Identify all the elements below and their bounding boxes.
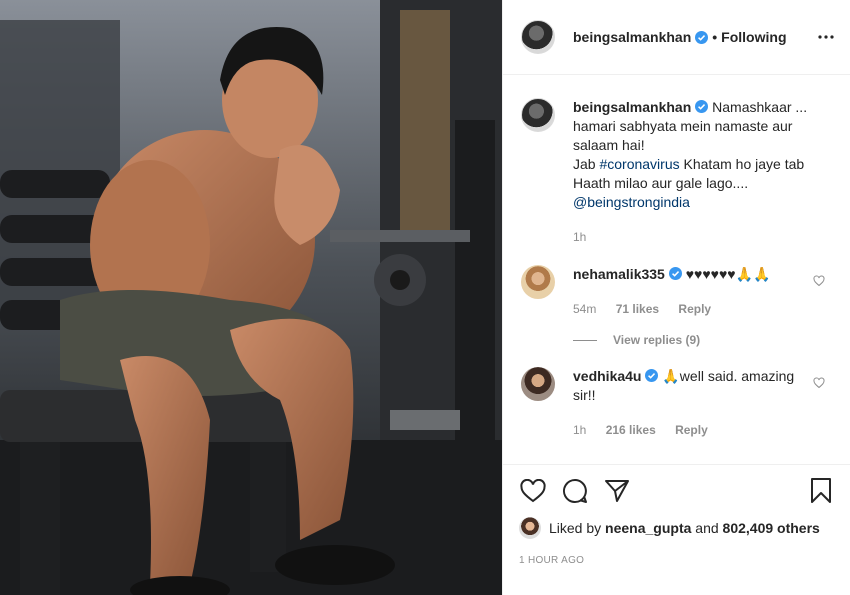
comment-meta: 54m 71 likes Reply <box>573 300 813 319</box>
comment-likes[interactable]: 216 likes <box>606 423 656 437</box>
comment-meta: 1h 216 likes Reply <box>573 421 813 440</box>
comment-username[interactable]: nehamalik335 <box>573 266 665 282</box>
caption-meta: 1h <box>573 228 813 247</box>
owner-avatar[interactable] <box>521 20 555 54</box>
comment-like-heart-icon[interactable] <box>813 275 825 287</box>
caption-username[interactable]: beingsalmankhan <box>573 99 691 115</box>
reply-button[interactable]: Reply <box>675 423 708 437</box>
comment-text: ♥♥♥♥♥♥🙏🙏 <box>685 266 771 282</box>
comment-content: nehamalik335 ♥♥♥♥♥♥🙏🙏 54m 71 likes Reply <box>573 265 813 319</box>
caption-row: beingsalmankhan Namashkaar ... hamari sa… <box>521 98 833 247</box>
caption-time[interactable]: 1h <box>573 230 586 244</box>
header-username[interactable]: beingsalmankhan <box>573 29 691 45</box>
liked-by-others[interactable]: 802,409 others <box>723 520 820 536</box>
comments-section: beingsalmankhan Namashkaar ... hamari sa… <box>503 76 850 464</box>
verified-badge-icon <box>645 369 659 382</box>
post-side-panel: beingsalmankhan • Following beingsalmank… <box>502 0 850 595</box>
share-icon[interactable] <box>603 477 631 505</box>
verified-badge-icon <box>668 267 682 280</box>
caption-avatar[interactable] <box>521 98 555 132</box>
comment-row: nehamalik335 ♥♥♥♥♥♥🙏🙏 54m 71 likes Reply <box>521 265 833 319</box>
photo-illustration <box>0 0 502 595</box>
caption-content: beingsalmankhan Namashkaar ... hamari sa… <box>573 98 813 247</box>
hashtag-link[interactable]: #coronavirus <box>599 156 679 172</box>
liked-by-user[interactable]: neena_gupta <box>605 520 691 536</box>
mention-link[interactable]: @beingstrongindia <box>573 194 690 210</box>
post-photo[interactable] <box>0 0 502 595</box>
comment-time[interactable]: 1h <box>573 423 586 437</box>
liked-by-text: Liked by neena_gupta and 802,409 others <box>549 520 820 536</box>
verified-badge-icon <box>695 30 709 44</box>
liked-by-prefix: Liked by <box>549 520 602 536</box>
view-replies-label[interactable]: View replies (9) <box>613 333 700 347</box>
caption-text-2: Jab <box>573 156 596 172</box>
comment-icon[interactable] <box>561 477 589 505</box>
liked-by-joiner: and <box>695 520 719 536</box>
post-timestamp[interactable]: 1 HOUR AGO <box>519 555 835 566</box>
comment-likes[interactable]: 71 likes <box>616 302 659 316</box>
comment-avatar[interactable] <box>521 367 555 401</box>
comment-row: vedhika4u 🙏well said. amazing sir!! 1h 2… <box>521 367 833 440</box>
heart-icon[interactable] <box>519 477 547 505</box>
view-replies-line <box>573 339 597 341</box>
instagram-post: beingsalmankhan • Following beingsalmank… <box>0 0 850 595</box>
reply-button[interactable]: Reply <box>678 302 711 316</box>
comment-username[interactable]: vedhika4u <box>573 368 641 384</box>
bookmark-icon[interactable] <box>807 477 835 505</box>
post-header: beingsalmankhan • Following <box>503 0 850 75</box>
action-icons <box>519 465 835 517</box>
comment-avatar[interactable] <box>521 265 555 299</box>
comment-like-heart-icon[interactable] <box>813 377 825 389</box>
liker-avatar[interactable] <box>519 517 541 539</box>
more-options-icon[interactable] <box>816 27 836 47</box>
verified-badge-icon <box>695 100 709 113</box>
comment-content: vedhika4u 🙏well said. amazing sir!! 1h 2… <box>573 367 813 440</box>
comment-time[interactable]: 54m <box>573 302 596 316</box>
liked-by-row: Liked by neena_gupta and 802,409 others <box>519 517 835 539</box>
post-actions: Liked by neena_gupta and 802,409 others … <box>503 464 850 595</box>
following-button[interactable]: Following <box>721 29 786 45</box>
view-replies-button[interactable]: View replies (9) <box>573 333 833 347</box>
header-separator: • <box>712 29 718 45</box>
